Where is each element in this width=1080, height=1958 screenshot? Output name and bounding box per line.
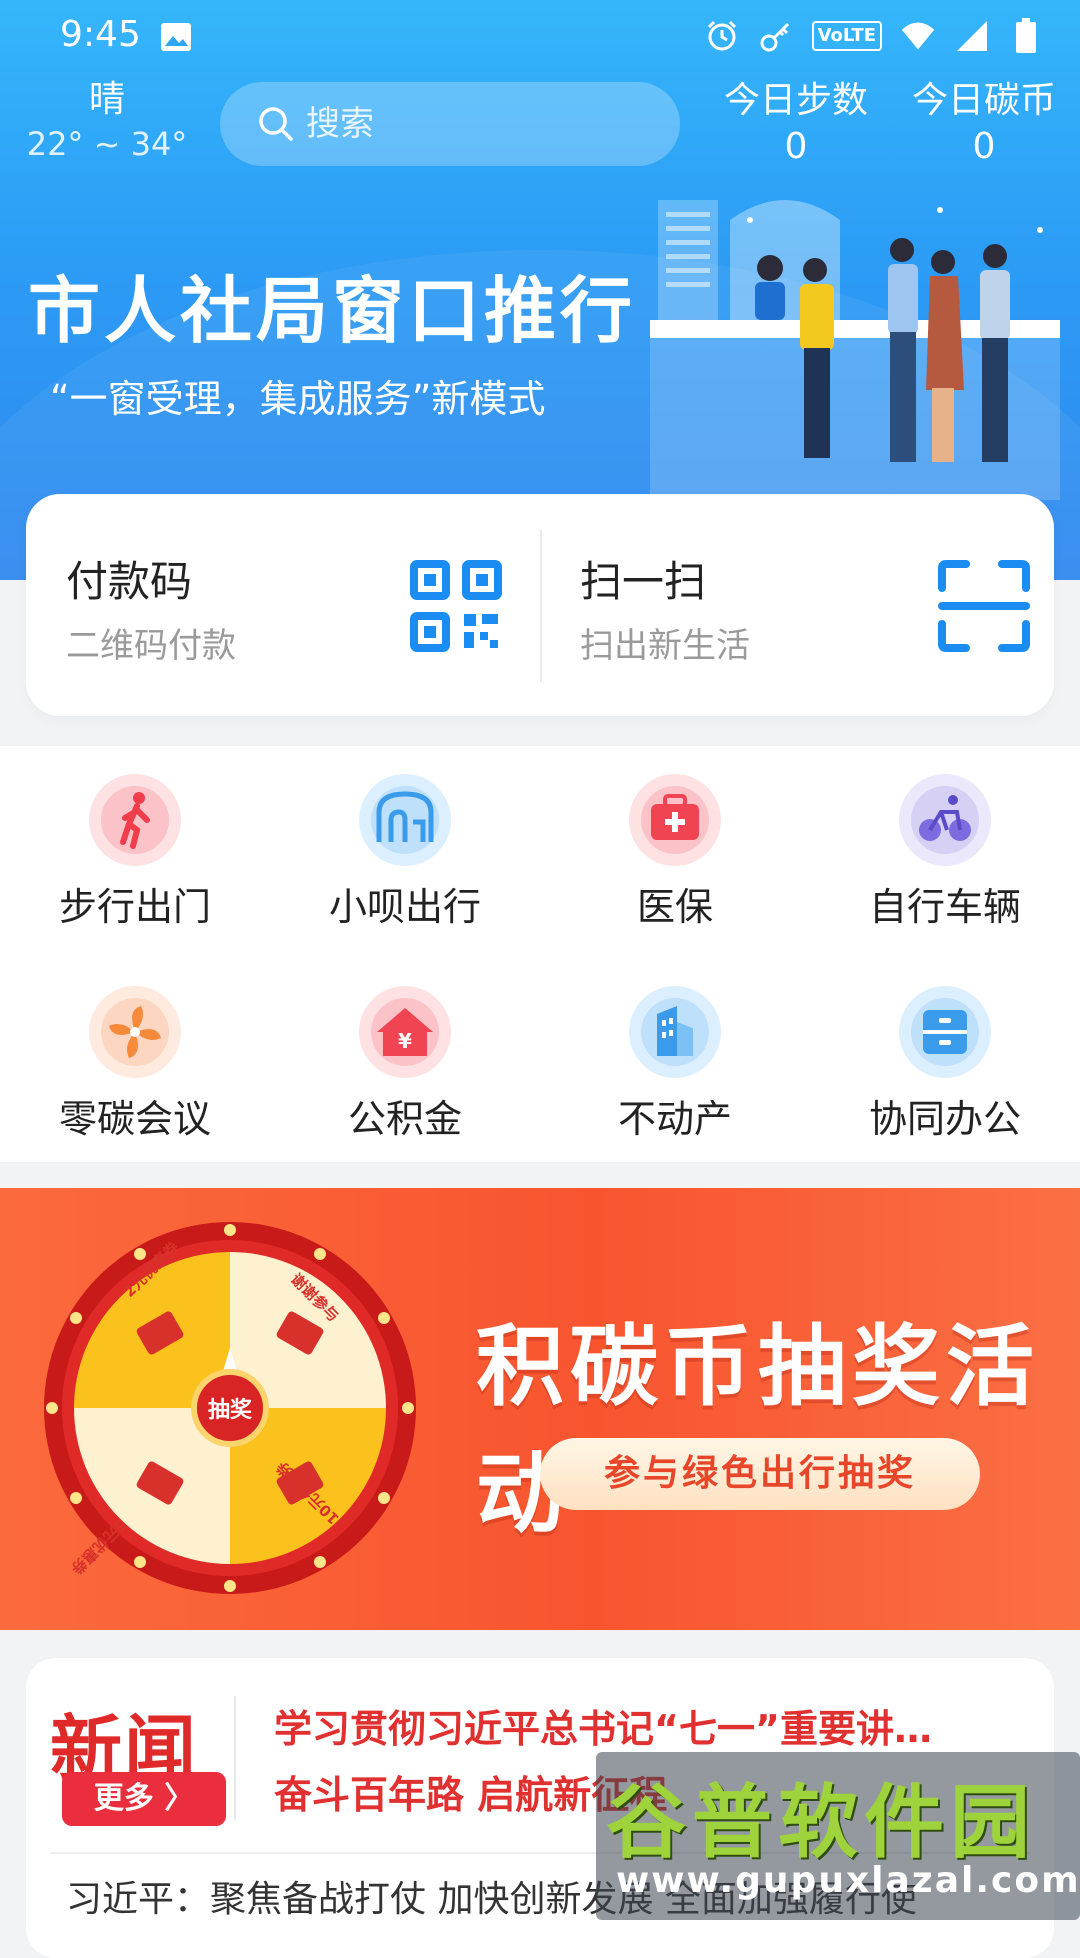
signal-icon	[954, 18, 990, 54]
payment-code-subtitle: 二维码付款	[66, 626, 236, 666]
battery-icon	[1008, 18, 1044, 54]
service-bicycle[interactable]: 自行车辆	[810, 746, 1080, 929]
today-carbon-coins-value: 0	[972, 126, 996, 167]
wheel-center-label: 抽奖	[208, 1397, 253, 1423]
hero-header: 9:45 VoLTE 晴 22° ~ 34° 搜索 今日步数 0 今日碳币 0 …	[0, 0, 1080, 580]
watermark-url: www.gupuxlazal.com	[616, 1860, 1080, 1901]
today-steps[interactable]: 今日步数 0	[716, 78, 876, 170]
service-collaborative-office[interactable]: 协同办公	[810, 958, 1080, 1141]
status-time: 9:45	[60, 14, 141, 55]
service-label: 自行车辆	[868, 885, 1021, 929]
bus-icon	[359, 774, 451, 866]
news-more-button[interactable]: 更多 〉	[62, 1772, 226, 1826]
today-steps-value: 0	[784, 126, 808, 167]
scan-subtitle: 扫出新生活	[580, 626, 750, 666]
building-icon	[629, 986, 721, 1078]
service-zero-carbon-meeting[interactable]: 零碳会议	[0, 958, 270, 1141]
lottery-join-button[interactable]: 参与绿色出行抽奖	[540, 1438, 980, 1510]
qr-code-icon	[410, 560, 502, 652]
weather-condition: 晴	[88, 79, 125, 120]
status-icons: VoLTE	[704, 18, 1044, 54]
prize-wheel: 抽奖 2元优惠券 谢谢参与 10元优惠券 5元优惠券	[44, 1222, 416, 1594]
fan-icon	[89, 986, 181, 1078]
payment-code-button[interactable]: 付款码 二维码付款	[26, 494, 540, 716]
scan-icon	[938, 560, 1030, 652]
lottery-banner[interactable]: 抽奖 2元优惠券 谢谢参与 10元优惠券 5元优惠券 积碳币抽奖活动 参与绿色出…	[0, 1188, 1080, 1630]
cabinet-icon	[899, 986, 991, 1078]
service-label: 公积金	[347, 1097, 462, 1141]
today-steps-label: 今日步数	[723, 80, 868, 121]
wifi-icon	[900, 18, 936, 54]
volte-badge: VoLTE	[811, 21, 882, 51]
search-bar[interactable]	[220, 82, 680, 166]
service-walking[interactable]: 步行出门	[0, 746, 270, 929]
service-real-estate[interactable]: 不动产	[540, 958, 810, 1141]
house-fund-icon: ¥	[359, 986, 451, 1078]
banner-subtitle: “一窗受理，集成服务”新模式	[50, 377, 546, 421]
site-watermark: 谷普软件园 www.gupuxlazal.com	[596, 1752, 1080, 1920]
key-icon	[758, 18, 794, 54]
scan-title: 扫一扫	[580, 557, 707, 606]
payment-code-title: 付款码	[66, 557, 193, 606]
service-label: 医保	[636, 885, 713, 929]
services-grid: 步行出门 小呗出行 医保 自行车辆 零碳会议 ¥ 公积金 不动产 协同办公	[0, 746, 1080, 1162]
lottery-title: 积碳币抽奖活动	[476, 1315, 1041, 1545]
payment-card: 付款码 二维码付款 扫一扫 扫出新生活	[26, 494, 1054, 716]
service-label: 不动产	[617, 1097, 732, 1141]
walking-icon	[89, 774, 181, 866]
today-carbon-coins[interactable]: 今日碳币 0	[904, 78, 1064, 170]
weather-widget[interactable]: 晴 22° ~ 34°	[22, 78, 192, 166]
service-medical[interactable]: 医保	[540, 746, 810, 929]
news-divider	[234, 1696, 236, 1820]
service-bus[interactable]: 小呗出行	[270, 746, 540, 929]
news-headline-1[interactable]: 学习贯彻习近平总书记“七一”重要讲…	[274, 1698, 1034, 1753]
alarm-icon	[704, 18, 740, 54]
gallery-icon	[161, 23, 191, 51]
status-bar: 9:45 VoLTE	[0, 0, 1080, 80]
service-label: 小呗出行	[328, 885, 481, 929]
service-label: 步行出门	[58, 885, 211, 929]
weather-temperature: 22° ~ 34°	[26, 125, 188, 163]
banner-title: 市人社局窗口推行	[28, 269, 637, 353]
today-carbon-coins-label: 今日碳币	[911, 80, 1056, 121]
scan-button[interactable]: 扫一扫 扫出新生活	[540, 494, 1054, 716]
search-input[interactable]	[304, 103, 668, 145]
watermark-chinese: 谷普软件园	[606, 1776, 1036, 1869]
service-label: 零碳会议	[58, 1097, 211, 1141]
svg-text:¥: ¥	[398, 1029, 412, 1053]
search-icon	[259, 107, 293, 141]
service-housing-fund[interactable]: ¥ 公积金	[270, 958, 540, 1141]
medical-kit-icon	[629, 774, 721, 866]
bicycle-icon	[899, 774, 991, 866]
service-label: 协同办公	[868, 1097, 1021, 1141]
service-counter-illustration[interactable]	[640, 190, 1060, 500]
